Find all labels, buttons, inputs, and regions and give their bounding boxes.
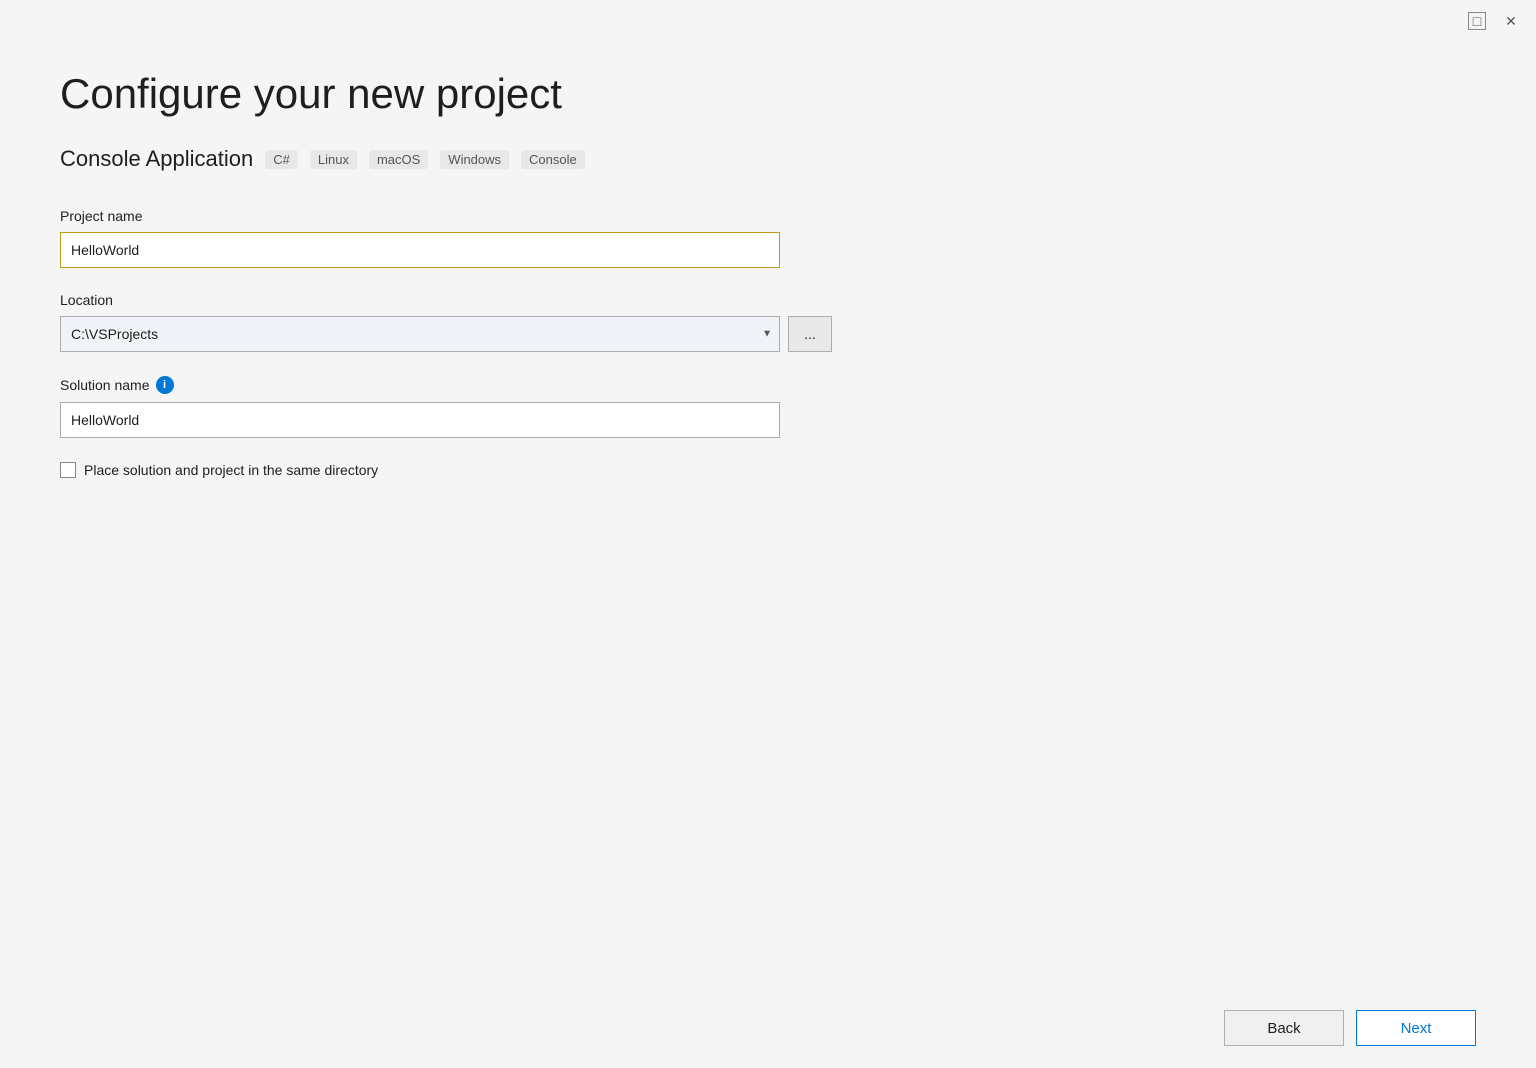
browse-button[interactable]: ... bbox=[788, 316, 832, 352]
tag-csharp: C# bbox=[265, 150, 298, 169]
tag-macos: macOS bbox=[369, 150, 428, 169]
maximize-button[interactable]: □ bbox=[1468, 12, 1486, 30]
subtitle-row: Console Application C# Linux macOS Windo… bbox=[60, 146, 1476, 172]
app-type-name: Console Application bbox=[60, 146, 253, 172]
next-button[interactable]: Next bbox=[1356, 1010, 1476, 1046]
solution-name-label: Solution name i bbox=[60, 376, 1476, 394]
location-select[interactable]: C:\VSProjects bbox=[60, 316, 780, 352]
location-section: Location C:\VSProjects ▼ ... bbox=[60, 292, 1476, 352]
same-directory-label[interactable]: Place solution and project in the same d… bbox=[84, 462, 378, 478]
project-name-section: Project name bbox=[60, 208, 1476, 268]
back-button[interactable]: Back bbox=[1224, 1010, 1344, 1046]
solution-name-section: Solution name i bbox=[60, 376, 1476, 438]
same-directory-checkbox-row: Place solution and project in the same d… bbox=[60, 462, 1476, 478]
close-button[interactable]: ✕ bbox=[1502, 12, 1520, 30]
location-label: Location bbox=[60, 292, 1476, 308]
main-content: Configure your new project Console Appli… bbox=[60, 40, 1476, 1068]
bottom-bar: Back Next bbox=[0, 988, 1536, 1068]
title-bar: □ ✕ bbox=[1452, 0, 1536, 42]
solution-name-info-icon[interactable]: i bbox=[156, 376, 174, 394]
location-row: C:\VSProjects ▼ ... bbox=[60, 316, 1476, 352]
solution-name-input[interactable] bbox=[60, 402, 780, 438]
tag-console: Console bbox=[521, 150, 585, 169]
tag-windows: Windows bbox=[440, 150, 509, 169]
page-title: Configure your new project bbox=[60, 70, 1476, 118]
tag-linux: Linux bbox=[310, 150, 357, 169]
project-name-label: Project name bbox=[60, 208, 1476, 224]
same-directory-checkbox[interactable] bbox=[60, 462, 76, 478]
location-select-wrapper: C:\VSProjects ▼ bbox=[60, 316, 780, 352]
project-name-input[interactable] bbox=[60, 232, 780, 268]
